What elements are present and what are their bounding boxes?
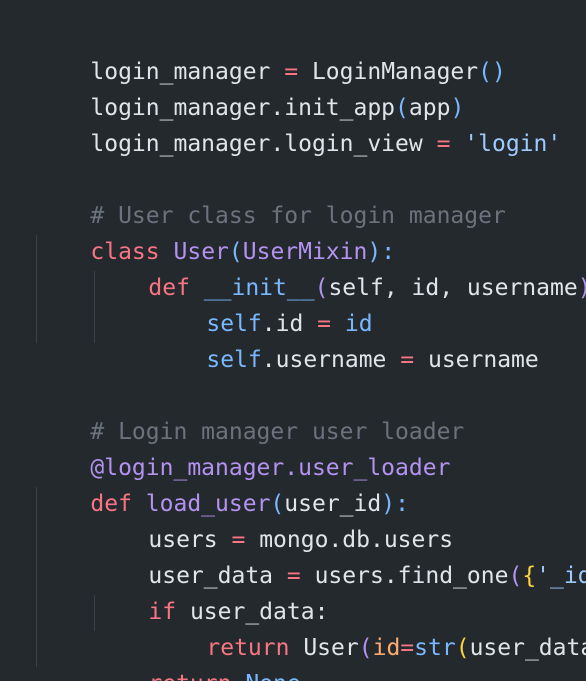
code-token: ( — [455, 635, 470, 661]
code-line: if user_data: — [93, 558, 328, 625]
code-line: login_manager.login_view = 'login' — [35, 90, 561, 157]
code-token: = — [422, 131, 465, 157]
code-line: class User(UserMixin): — [35, 198, 395, 265]
code-comment: # Login manager user loader — [35, 378, 464, 445]
code-line: def load_user(user_id): — [35, 450, 409, 517]
code-token: 'login' — [464, 131, 562, 157]
code-token: return — [148, 671, 231, 681]
code-line: @login_manager.user_loader — [35, 414, 450, 481]
code-token: self — [206, 347, 262, 373]
code-line: self.id = id — [151, 270, 372, 337]
code-token: '_id' — [536, 563, 586, 589]
code-token: str — [414, 635, 456, 661]
code-token: None — [245, 671, 300, 681]
code-token: = — [400, 347, 415, 373]
code-token: login_manager.login_view — [90, 131, 423, 157]
code-token: id — [372, 635, 401, 661]
code-token: ): — [578, 275, 586, 301]
code-line: return User(id=str(user_data['_ — [151, 594, 586, 661]
code-line: login_manager = LoginManager() — [35, 18, 505, 85]
code-line: return None — [93, 630, 300, 681]
code-token: users.find_one — [300, 563, 509, 589]
code-token: = — [400, 635, 415, 661]
code-comment: # User class for login manager — [35, 162, 505, 229]
code-line: users = mongo.db.users — [93, 486, 453, 553]
code-token: { — [522, 563, 537, 589]
code-token: () — [478, 59, 506, 85]
code-token: .username — [261, 347, 401, 373]
code-token: user_data — [469, 635, 586, 661]
code-token: username — [414, 347, 539, 373]
code-editor[interactable]: login_manager = LoginManager() login_man… — [0, 0, 586, 681]
code-line: login_manager.init_app(app) — [35, 54, 464, 121]
code-line: def __init__(self, id, username): — [93, 234, 586, 301]
code-token: ( — [358, 635, 373, 661]
code-line: user_data = users.find_one({'_id': — [93, 522, 586, 589]
code-line: self.username = username — [151, 306, 538, 373]
code-token: ( — [508, 563, 523, 589]
